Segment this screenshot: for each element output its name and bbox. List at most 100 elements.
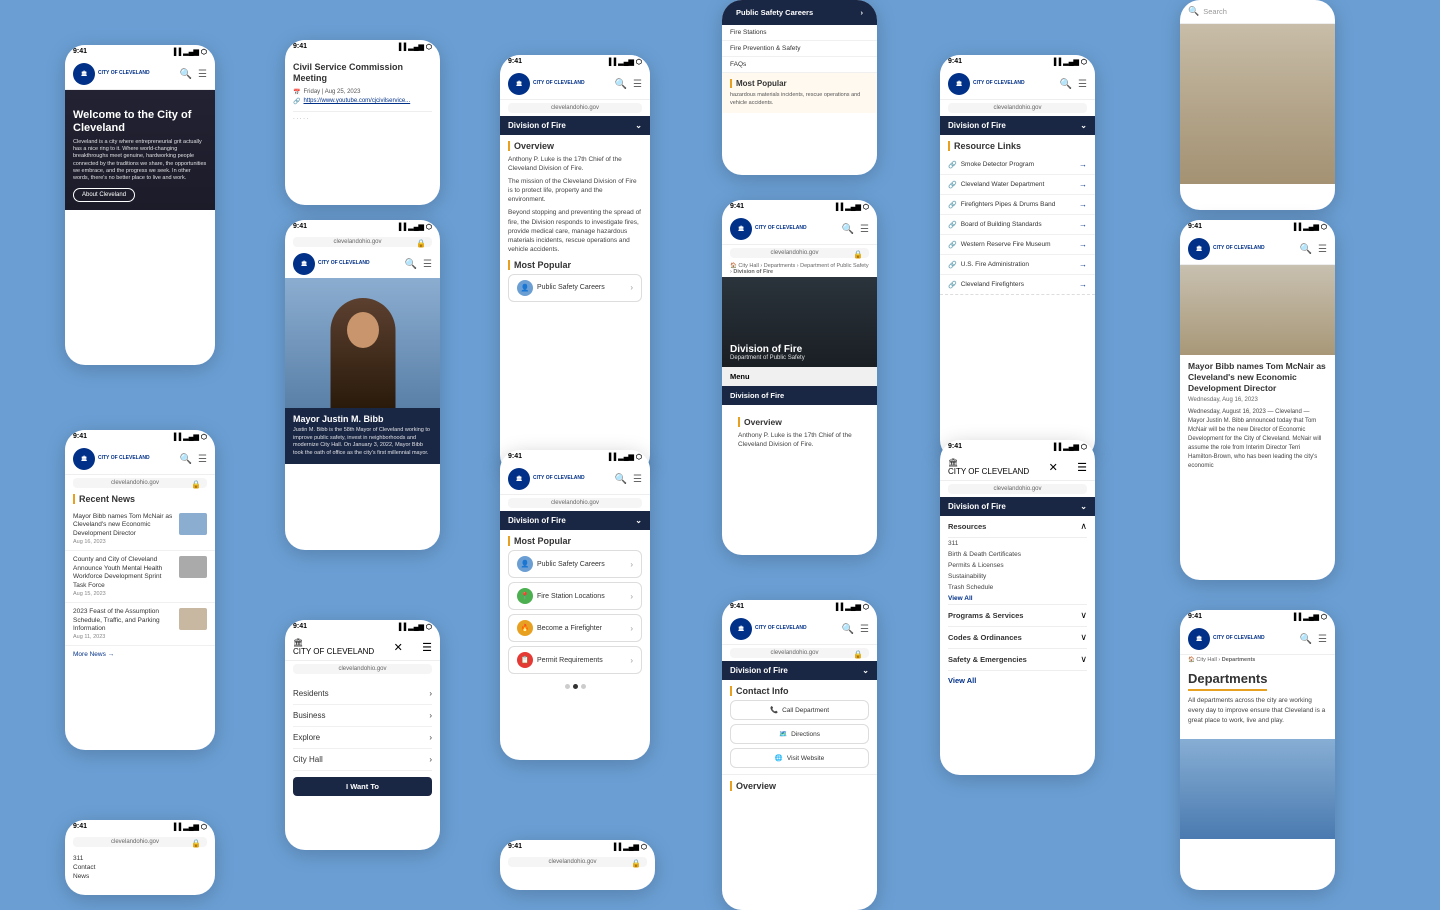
link-311[interactable]: 311 — [73, 854, 207, 863]
news-item-3[interactable]: 2023 Feast of the Assumption Schedule, T… — [65, 603, 215, 646]
call-department-btn[interactable]: 📞 Call Department — [730, 700, 869, 720]
menu-item-business[interactable]: Business › — [293, 705, 432, 727]
news-image — [179, 608, 207, 630]
chevron-down-icon[interactable]: ⌄ — [1080, 121, 1087, 130]
chevron-down-icon[interactable]: ⌄ — [635, 121, 642, 130]
about-button[interactable]: About Cleveland — [73, 188, 135, 202]
menu-icon[interactable]: ☰ — [860, 624, 869, 635]
menu-icon[interactable]: ☰ — [860, 224, 869, 235]
chevron-right-icon: › — [861, 8, 864, 17]
menu-item-cityhall[interactable]: City Hall › — [293, 749, 432, 771]
search-icon[interactable]: 🔍 — [842, 224, 854, 235]
menu-icon[interactable]: ☰ — [422, 641, 432, 654]
fire-prevention-label: Fire Prevention & Safety — [730, 45, 869, 52]
menu-icon[interactable]: ☰ — [198, 69, 207, 80]
nav-birth-death[interactable]: Birth & Death Certificates — [948, 549, 1087, 560]
chevron-down-icon[interactable]: ⌄ — [862, 666, 869, 675]
nav-icons[interactable]: 🔍 ☰ — [405, 259, 432, 270]
nav-icons[interactable]: 🔍 ☰ — [842, 624, 869, 635]
popular-item-permits[interactable]: 📋 Permit Requirements › — [508, 646, 642, 674]
resource-link-7[interactable]: 🔗 Cleveland Firefighters → — [940, 275, 1095, 295]
search-icon[interactable]: 🔍 — [180, 69, 192, 80]
search-text[interactable]: Search — [1203, 7, 1227, 16]
menu-icon[interactable]: ☰ — [1318, 244, 1327, 255]
dropdown-item[interactable]: Public Safety Careers › — [730, 5, 869, 20]
codes-section-header[interactable]: Codes & Ordinances ∨ — [948, 627, 1087, 649]
directions-btn[interactable]: 🗺️ Directions — [730, 724, 869, 744]
link-left: 🔗 Cleveland Water Department — [948, 181, 1044, 189]
time: 9:41 — [293, 623, 307, 631]
search-icon[interactable]: 🔍 — [1300, 244, 1312, 255]
search-icon[interactable]: 🔍 — [615, 474, 627, 485]
search-icon[interactable]: 🔍 — [1060, 79, 1072, 90]
i-want-to-button[interactable]: I Want To — [293, 777, 432, 796]
nav-icons[interactable]: 🔍 ☰ — [615, 79, 642, 90]
nav-icons[interactable]: 🔍 ☰ — [1060, 79, 1087, 90]
menu-icon[interactable]: ☰ — [1318, 634, 1327, 645]
menu-item[interactable]: Division of Fire — [722, 386, 877, 405]
search-icon[interactable]: 🔍 — [180, 454, 192, 465]
logo-circle: 🏛 — [730, 218, 752, 240]
popular-item[interactable]: 👤 Public Safety Careers › — [508, 274, 642, 302]
time: 9:41 — [293, 43, 307, 51]
menu-icon[interactable]: ☰ — [633, 474, 642, 485]
search-icon[interactable]: 🔍 — [615, 79, 627, 90]
menu-icon[interactable]: ☰ — [633, 79, 642, 90]
resource-link-2[interactable]: 🔗 Cleveland Water Department → — [940, 175, 1095, 195]
nav-trash[interactable]: Trash Schedule — [948, 582, 1087, 593]
resource-link-3[interactable]: 🔗 Firefighters Pipes & Drums Band → — [940, 195, 1095, 215]
nav-sustainability[interactable]: Sustainability — [948, 571, 1087, 582]
chevron-down-icon[interactable]: ⌄ — [635, 516, 642, 525]
menu-icon[interactable]: ☰ — [1077, 461, 1087, 474]
nav-311[interactable]: 311 — [948, 538, 1087, 549]
safety-section-header[interactable]: Safety & Emergencies ∨ — [948, 649, 1087, 671]
search-icon[interactable]: 🔍 — [405, 259, 417, 270]
news-item-2[interactable]: County and City of Cleveland Announce Yo… — [65, 551, 215, 603]
nav-icons[interactable]: 🔍 ☰ — [1300, 634, 1327, 645]
close-icon[interactable]: ✕ — [1049, 461, 1058, 474]
logo-circle: 🏛 — [1188, 238, 1210, 260]
popular-item-firefighter[interactable]: 🔥 Become a Firefighter › — [508, 614, 642, 642]
nav-icons[interactable]: 🔍 ☰ — [180, 454, 207, 465]
menu-item-residents[interactable]: Residents › — [293, 683, 432, 705]
link-left: 🔗 U.S. Fire Administration — [948, 261, 1029, 269]
link-contact[interactable]: Contact — [73, 863, 207, 872]
resource-link-5[interactable]: 🔗 Western Reserve Fire Museum → — [940, 235, 1095, 255]
search-bar[interactable]: 🔍 Search — [1180, 0, 1335, 24]
close-icon[interactable]: ✕ — [394, 641, 403, 654]
search-icon[interactable]: 🔍 — [1300, 634, 1312, 645]
division-header: Division of Fire ⌄ — [940, 116, 1095, 135]
more-news-link[interactable]: More News → — [65, 646, 215, 663]
search-icon[interactable]: 🔍 — [842, 624, 854, 635]
nav-icons[interactable]: 🔍 ☰ — [842, 224, 869, 235]
popular-item-stations[interactable]: 📍 Fire Station Locations › — [508, 582, 642, 610]
news-text: Mayor Bibb names Tom McNair as Cleveland… — [73, 513, 175, 545]
site-name: CITY OF CLEVELAND — [318, 261, 370, 267]
news-title: Mayor Bibb names Tom McNair as Cleveland… — [73, 513, 175, 538]
nav-view-all-resources[interactable]: View All — [948, 593, 1087, 604]
link-news[interactable]: News — [73, 872, 207, 881]
resource-link-6[interactable]: 🔗 U.S. Fire Administration → — [940, 255, 1095, 275]
resource-link-1[interactable]: 🔗 Smoke Detector Program → — [940, 155, 1095, 175]
nav-permits[interactable]: Permits & Licenses — [948, 560, 1087, 571]
visit-website-btn[interactable]: 🌐 Visit Website — [730, 748, 869, 768]
link-left: 🔗 Cleveland Firefighters — [948, 281, 1024, 289]
menu-icon[interactable]: ☰ — [423, 259, 432, 270]
resources-section-header[interactable]: Resources ∧ — [948, 516, 1087, 538]
chevron-down-icon[interactable]: ⌄ — [1080, 502, 1087, 511]
nav-icons[interactable]: 🔍 ☰ — [180, 69, 207, 80]
news-item-1[interactable]: Mayor Bibb names Tom McNair as Cleveland… — [65, 508, 215, 551]
article-image — [1180, 265, 1335, 355]
menu-icon[interactable]: ☰ — [1078, 79, 1087, 90]
nav-icons[interactable]: 🔍 ☰ — [1300, 244, 1327, 255]
menu-icon[interactable]: ☰ — [198, 454, 207, 465]
nav-icons[interactable]: 🔍 ☰ — [615, 474, 642, 485]
resource-link-4[interactable]: 🔗 Board of Building Standards → — [940, 215, 1095, 235]
programs-section-header[interactable]: Programs & Services ∨ — [948, 604, 1087, 627]
signal-icons: ▐▐ ▂▄▆ ⬡ — [1051, 58, 1087, 66]
menu-item-explore[interactable]: Explore › — [293, 727, 432, 749]
popular-item-careers[interactable]: 👤 Public Safety Careers › — [508, 550, 642, 578]
nav-view-all-main[interactable]: View All — [948, 671, 1087, 690]
chevron-up-icon: ∧ — [1080, 521, 1087, 532]
status-bar: 9:41 ▐▐ ▂▄▆ ⬡ — [65, 430, 215, 444]
